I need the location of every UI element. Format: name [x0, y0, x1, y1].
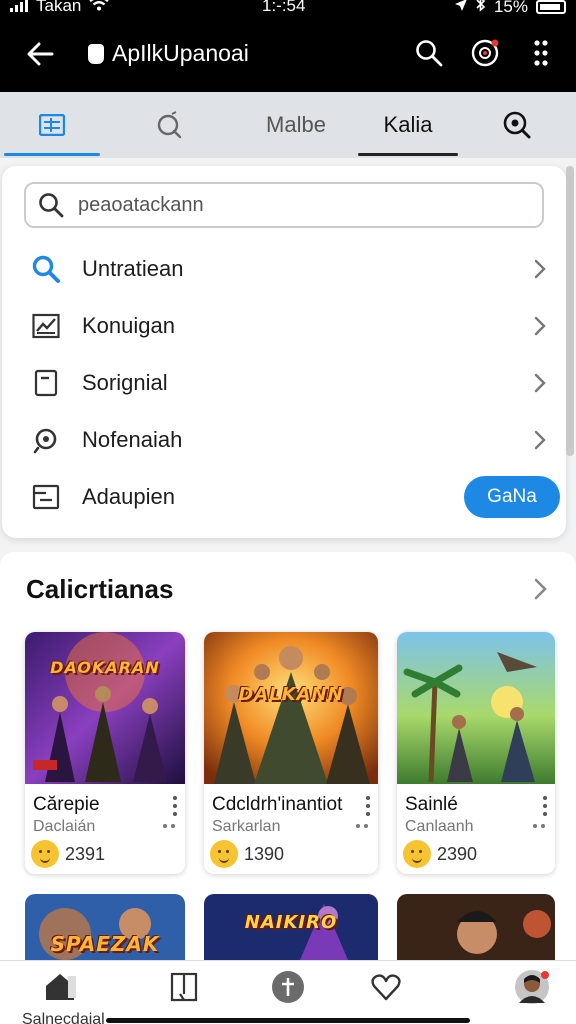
game-art-text: SPAEZAK [50, 932, 160, 956]
scrollbar[interactable] [566, 166, 574, 456]
bluetooth-icon [476, 0, 486, 17]
game-title: Cărepie [33, 794, 100, 815]
location-arrow-icon [454, 0, 468, 17]
tab-search[interactable] [104, 92, 236, 158]
location-icon [30, 424, 62, 456]
battery-icon [536, 0, 566, 14]
tab-bar: Malbe Kalia [0, 92, 576, 158]
clock: 1:-:54 [262, 0, 306, 15]
chart-icon [30, 310, 62, 342]
wifi-icon [89, 0, 110, 16]
game-subtitle: Canlaanh [405, 818, 474, 835]
dots-icon [356, 824, 368, 828]
more-vert-icon[interactable] [543, 796, 547, 816]
menu-item-label: Sorignial [82, 370, 168, 395]
section-title: Calicrtianas [26, 574, 174, 604]
game-title: Cdcldrh'inantiot [212, 794, 343, 815]
dots-icon [533, 824, 545, 828]
games-section: Calicrtianas DAOKARAN Cărepie Daclaián 2… [0, 552, 576, 974]
compass-icon [272, 971, 304, 1003]
menu-item-label: Adaupien [82, 484, 175, 509]
back-button[interactable] [24, 38, 56, 70]
battery-percent: 15% [493, 0, 528, 16]
record-button[interactable] [468, 36, 502, 70]
game-subtitle: Daclaián [33, 818, 96, 835]
zoom-icon [503, 111, 531, 139]
menu-item-konuigan[interactable]: Konuigan [30, 302, 550, 350]
window-icon [30, 481, 62, 513]
search-icon [157, 111, 182, 139]
book-icon [170, 972, 198, 1002]
signal-icon [10, 0, 28, 12]
game-art-text: NAIKIRO [244, 912, 338, 933]
game-art-text: DALKANN [238, 684, 344, 705]
menu-item-sorignial[interactable]: Sorignial [30, 359, 550, 407]
gana-button[interactable]: GaNa [464, 476, 560, 518]
smiley-icon [31, 840, 59, 868]
chevron-right-icon [530, 428, 550, 452]
more-button[interactable] [524, 36, 558, 70]
game-art-text: DAOKARAN [50, 658, 160, 677]
menu-item-nofenaiah[interactable]: Nofenaiah [30, 416, 550, 464]
game-subtitle: Sarkarlan [212, 818, 281, 835]
nav-book[interactable] [166, 969, 202, 1005]
bottom-nav: Salnecdaial [0, 960, 576, 1024]
nav-compass[interactable] [270, 969, 306, 1005]
search-icon [30, 253, 62, 285]
tab-malbe[interactable]: Malbe [236, 92, 356, 158]
game-count: 2391 [65, 844, 106, 864]
menu-item-label: Konuigan [82, 313, 175, 338]
more-vert-icon[interactable] [173, 796, 177, 816]
search-field[interactable] [24, 182, 544, 228]
nav-favorites[interactable] [368, 969, 404, 1005]
app-title: ApIlkUpanoai [112, 40, 249, 66]
list-icon [39, 114, 65, 136]
game-artwork [204, 632, 378, 784]
more-vert-icon[interactable] [366, 796, 370, 816]
menu-item-label: Untratiean [82, 256, 184, 281]
tab-kalia[interactable]: Kalia [358, 92, 458, 158]
search-icon [39, 193, 64, 218]
game-artwork [25, 632, 185, 784]
chevron-right-icon [530, 257, 550, 281]
menu-item-adaupien[interactable]: Adaupien GaNa [30, 473, 560, 521]
more-vert-icon [534, 40, 548, 66]
smiley-icon [403, 840, 431, 868]
nav-home[interactable] [42, 969, 78, 1005]
chevron-right-icon [530, 314, 550, 338]
tab-zoom[interactable] [458, 92, 576, 158]
smiley-icon [210, 840, 238, 868]
nav-profile[interactable] [514, 969, 550, 1005]
game-count: 2390 [437, 844, 478, 864]
menu-item-untratiean[interactable]: Untratiean [30, 245, 550, 293]
app-title-group: ApIlkUpanoai [88, 40, 249, 67]
app-logo-icon [88, 43, 104, 64]
menu-item-label: Nofenaiah [82, 427, 183, 452]
nav-home-label: Salnecdaial [22, 1011, 105, 1024]
home-icon [46, 974, 76, 1000]
top-bar: Takan 1:-:54 15% ApIlkUpanoai [0, 0, 576, 92]
back-arrow-icon [27, 42, 54, 66]
search-icon [416, 40, 443, 67]
game-artwork [397, 632, 555, 784]
heart-icon [371, 974, 401, 1001]
document-icon [30, 367, 62, 399]
chevron-right-icon [530, 371, 550, 395]
carrier-name: Takan [36, 0, 82, 15]
game-count: 1390 [244, 844, 285, 864]
search-panel: Untratiean Konuigan Sorignial Nofenaiah … [2, 166, 566, 538]
chevron-right-icon[interactable] [534, 578, 548, 605]
avatar [515, 970, 549, 1004]
game-title: Sainlé [405, 794, 458, 815]
game-card[interactable]: Sainlé Canlaanh 2390 [397, 632, 555, 874]
status-bar: Takan 1:-:54 15% [0, 0, 576, 18]
game-card[interactable]: DAOKARAN Cărepie Daclaián 2391 [25, 632, 185, 874]
search-button[interactable] [412, 36, 446, 70]
tab-list[interactable] [0, 92, 104, 158]
home-indicator [106, 1018, 470, 1023]
game-card[interactable]: DALKANN Cdcldrh'inantiot Sarkarlan 1390 [204, 632, 378, 874]
search-input[interactable] [78, 193, 518, 217]
dots-icon [163, 824, 175, 828]
record-icon [471, 39, 499, 67]
